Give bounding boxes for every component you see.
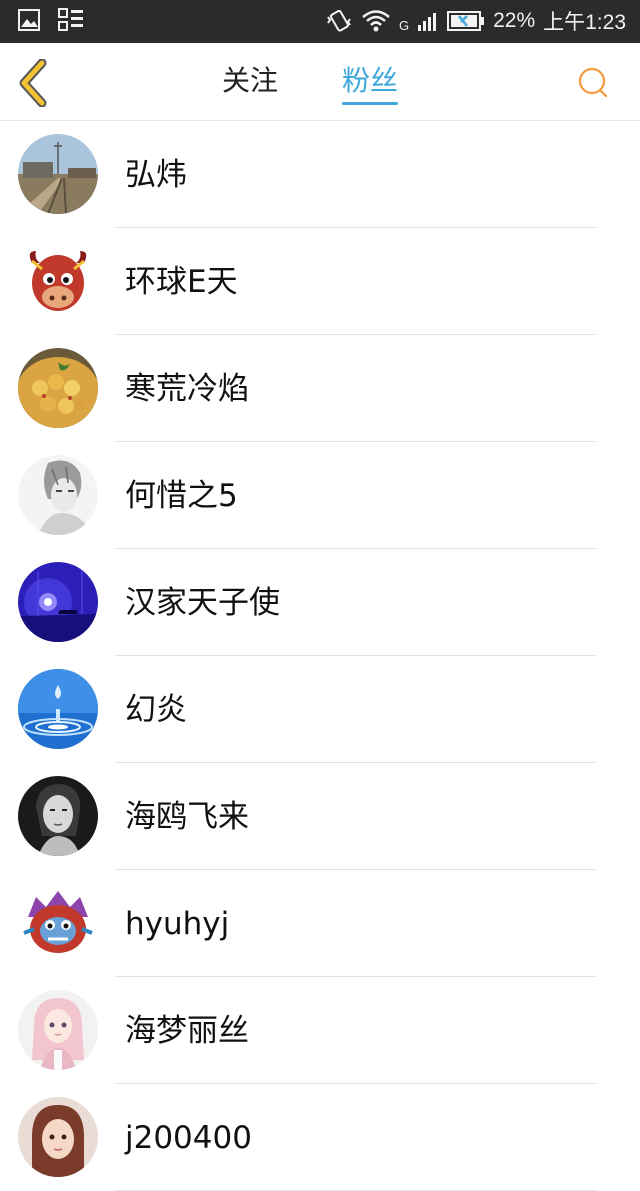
fan-name: 何惜之5 xyxy=(125,478,238,514)
fan-name: 幻炎 xyxy=(125,692,187,728)
active-tab-indicator xyxy=(342,102,399,105)
cartoon-monster-avatar xyxy=(18,883,98,963)
status-left-icons xyxy=(18,8,84,32)
fan-name: hyuhyj xyxy=(125,906,230,942)
tab-fans-label: 粉丝 xyxy=(342,64,399,97)
girl-photo-avatar xyxy=(18,1097,98,1177)
anime-girl-avatar xyxy=(18,990,98,1070)
list-item[interactable]: 寒荒冷焰 xyxy=(0,335,640,442)
battery-icon xyxy=(447,11,485,31)
woman-portrait-avatar xyxy=(18,776,98,856)
back-button[interactable] xyxy=(14,58,54,108)
fan-name: 汉家天子使 xyxy=(125,585,280,621)
fan-name: 弘炜 xyxy=(125,157,187,193)
list-item[interactable]: 汉家天子使 xyxy=(0,549,640,656)
search-button[interactable] xyxy=(576,65,610,99)
search-icon xyxy=(578,67,608,98)
network-type: G xyxy=(398,17,410,33)
list-item[interactable]: hyuhyj xyxy=(0,870,640,977)
tab-fans[interactable]: 粉丝 xyxy=(342,64,399,105)
list-item[interactable]: 何惜之5 xyxy=(0,442,640,549)
status-right-icons: G 22% 上午1:23 xyxy=(325,6,626,36)
sketch-boy-avatar xyxy=(18,455,98,535)
top-nav-bar: 关注 粉丝 xyxy=(0,43,640,121)
fan-name: 环球E天 xyxy=(125,264,238,300)
fan-name: 海梦丽丝 xyxy=(125,1013,249,1049)
list-item[interactable]: 环球E天 xyxy=(0,228,640,335)
fan-name: 海鸥飞来 xyxy=(125,799,249,835)
app-grid-icon xyxy=(58,8,83,31)
status-bar: G 22% 上午1:23 xyxy=(0,0,640,43)
vibrate-icon xyxy=(327,9,351,32)
water-drop-avatar xyxy=(18,669,98,749)
battery-percent: 22% xyxy=(493,9,536,32)
fans-list: 弘炜 环球E天 寒荒冷焰 何惜之5 汉家天子使 幻炎 海鸥飞来 hyuhyj 海… xyxy=(0,121,640,1191)
tab-following[interactable]: 关注 xyxy=(222,65,278,97)
photo-railway-avatar xyxy=(18,134,98,214)
clock: 上午1:23 xyxy=(543,11,626,34)
gallery-icon xyxy=(18,9,40,31)
list-item[interactable]: 海鸥飞来 xyxy=(0,763,640,870)
fan-name: 寒荒冷焰 xyxy=(125,371,249,407)
food-dish-avatar xyxy=(18,348,98,428)
list-item[interactable]: 弘炜 xyxy=(0,121,640,228)
wifi-icon xyxy=(362,10,390,32)
list-item[interactable]: 海梦丽丝 xyxy=(0,977,640,1084)
signal-icon xyxy=(418,13,437,31)
fan-name: j200400 xyxy=(125,1120,252,1156)
cartoon-bull-avatar xyxy=(18,241,98,321)
chevron-left-icon xyxy=(19,58,47,108)
list-item[interactable]: 幻炎 xyxy=(0,656,640,763)
blue-night-avatar xyxy=(18,562,98,642)
